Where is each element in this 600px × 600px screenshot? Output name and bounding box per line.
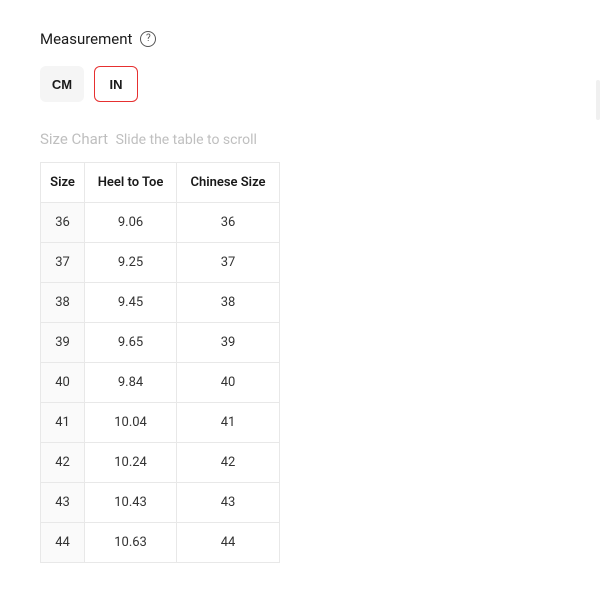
measurement-header: Measurement ? <box>40 30 560 48</box>
cell-size: 39 <box>41 323 85 363</box>
unit-cm-button[interactable]: CM <box>40 66 84 102</box>
cell-size: 37 <box>41 243 85 283</box>
cell-size: 38 <box>41 283 85 323</box>
cell-chinese-size: 38 <box>177 283 280 323</box>
cell-heel-to-toe: 10.04 <box>85 403 177 443</box>
unit-in-button[interactable]: IN <box>94 66 138 102</box>
size-chart-title: Size Chart <box>40 130 108 148</box>
table-row: 369.0636 <box>41 203 280 243</box>
table-row: 399.6539 <box>41 323 280 363</box>
table-row: 409.8440 <box>41 363 280 403</box>
table-row: 4310.4343 <box>41 483 280 523</box>
cell-chinese-size: 40 <box>177 363 280 403</box>
table-row: 389.4538 <box>41 283 280 323</box>
cell-heel-to-toe: 10.43 <box>85 483 177 523</box>
cell-heel-to-toe: 9.45 <box>85 283 177 323</box>
table-row: 4210.2442 <box>41 443 280 483</box>
cell-size: 40 <box>41 363 85 403</box>
cell-chinese-size: 44 <box>177 523 280 563</box>
table-header-row: Size Heel to Toe Chinese Size <box>41 163 280 203</box>
cell-chinese-size: 41 <box>177 403 280 443</box>
unit-toggle: CM IN <box>40 66 560 102</box>
table-row: 4110.0441 <box>41 403 280 443</box>
cell-heel-to-toe: 9.84 <box>85 363 177 403</box>
table-row: 4410.6344 <box>41 523 280 563</box>
cell-heel-to-toe: 10.63 <box>85 523 177 563</box>
help-icon[interactable]: ? <box>140 31 156 47</box>
measurement-label: Measurement <box>40 30 132 48</box>
col-size: Size <box>41 163 85 203</box>
cell-chinese-size: 42 <box>177 443 280 483</box>
scroll-handle[interactable] <box>596 80 600 120</box>
size-chart-hint: Slide the table to scroll <box>116 132 257 148</box>
cell-chinese-size: 36 <box>177 203 280 243</box>
cell-chinese-size: 43 <box>177 483 280 523</box>
cell-size: 42 <box>41 443 85 483</box>
cell-size: 43 <box>41 483 85 523</box>
cell-heel-to-toe: 10.24 <box>85 443 177 483</box>
cell-heel-to-toe: 9.25 <box>85 243 177 283</box>
cell-size: 36 <box>41 203 85 243</box>
size-chart-header: Size Chart Slide the table to scroll <box>40 130 560 148</box>
table-row: 379.2537 <box>41 243 280 283</box>
cell-chinese-size: 39 <box>177 323 280 363</box>
col-chinese-size: Chinese Size <box>177 163 280 203</box>
cell-chinese-size: 37 <box>177 243 280 283</box>
cell-size: 41 <box>41 403 85 443</box>
cell-size: 44 <box>41 523 85 563</box>
size-table[interactable]: Size Heel to Toe Chinese Size 369.063637… <box>40 162 280 563</box>
col-heel-to-toe: Heel to Toe <box>85 163 177 203</box>
cell-heel-to-toe: 9.06 <box>85 203 177 243</box>
cell-heel-to-toe: 9.65 <box>85 323 177 363</box>
